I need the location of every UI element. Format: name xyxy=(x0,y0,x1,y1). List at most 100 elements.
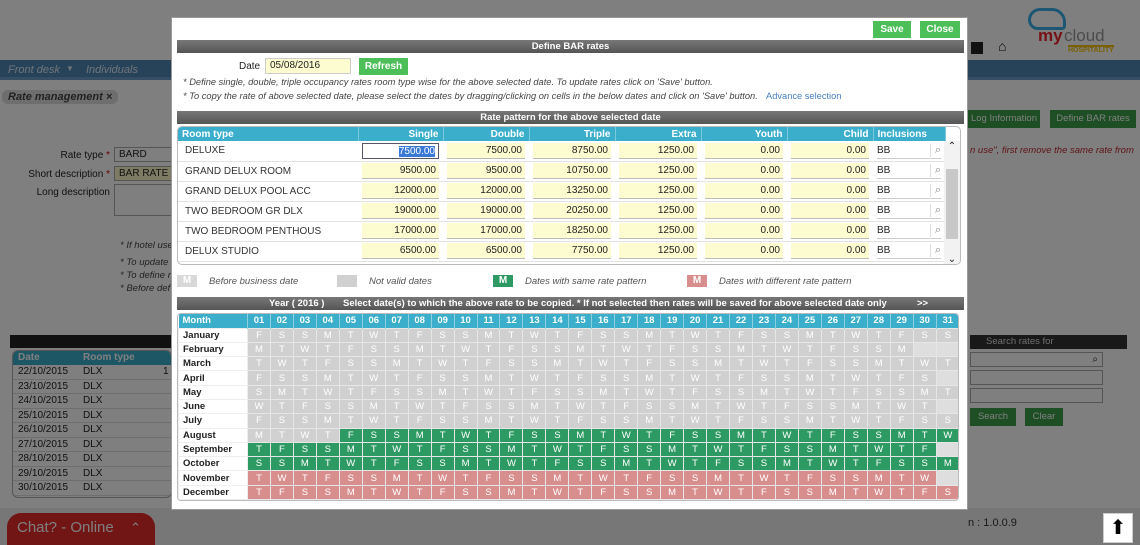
date-cell[interactable]: S xyxy=(384,384,409,400)
date-cell[interactable]: T xyxy=(292,470,317,486)
date-cell[interactable]: T xyxy=(522,484,547,501)
date-cell[interactable]: F xyxy=(430,441,455,458)
date-cell[interactable]: M xyxy=(476,327,501,343)
date-cell[interactable]: S xyxy=(591,413,616,429)
date-cell[interactable]: M xyxy=(889,427,914,443)
date-cell[interactable]: W xyxy=(545,441,570,458)
date-cell[interactable]: F xyxy=(820,341,845,358)
date-cell[interactable]: F xyxy=(889,327,914,343)
date-cell[interactable]: S xyxy=(774,370,799,386)
date-cell[interactable]: S xyxy=(476,441,501,458)
date-cell[interactable]: M xyxy=(499,484,524,501)
extra-rate-input[interactable]: 1250.00 xyxy=(619,163,697,179)
date-cell[interactable]: M xyxy=(637,327,662,343)
date-cell[interactable]: T xyxy=(568,484,593,501)
date-cell[interactable]: S xyxy=(866,427,891,443)
date-cell[interactable]: T xyxy=(430,341,455,358)
date-cell[interactable]: M xyxy=(361,398,386,415)
inclusions-input[interactable]: BB ⌕ xyxy=(877,183,941,199)
date-cell[interactable]: F xyxy=(476,356,501,372)
youth-rate-input[interactable]: 0.00 xyxy=(705,163,783,179)
date-cell[interactable]: M xyxy=(843,398,868,415)
date-cell[interactable]: F xyxy=(729,327,753,343)
date-cell[interactable]: M xyxy=(591,384,616,400)
date-cell[interactable]: S xyxy=(545,341,570,358)
date-cell[interactable]: S xyxy=(729,456,753,472)
date-cell[interactable]: M xyxy=(292,456,317,472)
triple-rate-input[interactable]: 18250.00 xyxy=(533,223,611,239)
date-cell[interactable]: T xyxy=(247,356,271,372)
date-cell[interactable]: T xyxy=(545,413,570,429)
date-cell[interactable]: S xyxy=(591,370,616,386)
extra-rate-input[interactable]: 1250.00 xyxy=(619,223,697,239)
date-cell[interactable]: M xyxy=(545,470,570,486)
triple-rate-input[interactable]: 20250.00 xyxy=(533,203,611,219)
date-cell[interactable]: T xyxy=(269,398,294,415)
save-button[interactable]: Save xyxy=(873,21,911,38)
date-cell[interactable]: T xyxy=(866,398,891,415)
date-cell[interactable]: S xyxy=(797,398,822,415)
date-cell[interactable]: S xyxy=(430,370,455,386)
date-cell[interactable]: S xyxy=(384,341,409,358)
date-cell[interactable]: S xyxy=(522,341,547,358)
date-cell[interactable]: S xyxy=(453,327,478,343)
date-cell[interactable]: T xyxy=(361,441,386,458)
date-cell[interactable]: T xyxy=(407,441,432,458)
date-cell[interactable]: W xyxy=(935,427,958,443)
date-cell[interactable]: M xyxy=(499,441,524,458)
date-cell[interactable]: W xyxy=(384,441,409,458)
date-cell[interactable]: W xyxy=(568,398,593,415)
date-cell[interactable]: W xyxy=(453,341,478,358)
date-cell[interactable]: T xyxy=(338,413,363,429)
date-cell[interactable]: W xyxy=(522,370,547,386)
date-cell[interactable]: T xyxy=(866,413,891,429)
date-cell[interactable]: M xyxy=(568,427,593,443)
date-cell[interactable]: F xyxy=(706,456,731,472)
date-cell[interactable]: T xyxy=(453,384,478,400)
date-cell[interactable]: F xyxy=(751,484,776,501)
date-cell[interactable]: F xyxy=(637,470,662,486)
date-cell[interactable]: F xyxy=(269,441,294,458)
date-cell[interactable]: T xyxy=(820,327,845,343)
double-rate-input[interactable]: 12000.00 xyxy=(447,183,525,199)
date-cell[interactable]: M xyxy=(729,341,753,358)
date-cell[interactable]: F xyxy=(614,398,639,415)
date-cell[interactable]: M xyxy=(407,341,432,358)
extra-rate-input[interactable]: 1250.00 xyxy=(619,183,697,199)
date-cell[interactable]: S xyxy=(292,413,317,429)
date-cell[interactable]: T xyxy=(453,470,478,486)
upload-icon[interactable]: ⬆ xyxy=(1103,513,1133,543)
date-cell[interactable]: W xyxy=(843,370,868,386)
date-cell[interactable]: S xyxy=(453,484,478,501)
date-cell[interactable]: T xyxy=(476,341,501,358)
date-cell[interactable]: F xyxy=(407,413,432,429)
date-cell[interactable]: F xyxy=(729,370,753,386)
date-cell[interactable]: S xyxy=(889,456,914,472)
date-cell[interactable]: T xyxy=(292,384,317,400)
date-cell[interactable]: M xyxy=(384,470,409,486)
date-cell[interactable]: M xyxy=(820,484,845,501)
date-cell[interactable]: S xyxy=(269,413,294,429)
date-cell[interactable]: W xyxy=(315,384,340,400)
date-cell[interactable]: F xyxy=(545,456,570,472)
date-cell[interactable]: S xyxy=(591,456,616,472)
date-cell[interactable]: S xyxy=(866,341,891,358)
date-cell[interactable]: T xyxy=(568,470,593,486)
chevron-up-icon[interactable]: ⌃ xyxy=(944,141,960,152)
date-cell[interactable]: T xyxy=(545,398,570,415)
date-cell[interactable]: M xyxy=(660,484,685,501)
date-cell[interactable]: T xyxy=(614,384,639,400)
date-cell[interactable]: T xyxy=(545,327,570,343)
date-cell[interactable]: T xyxy=(843,484,868,501)
date-cell[interactable]: S xyxy=(637,484,662,501)
youth-rate-input[interactable]: 0.00 xyxy=(705,183,783,199)
double-rate-input[interactable]: 19000.00 xyxy=(447,203,525,219)
date-cell[interactable]: T xyxy=(843,456,868,472)
date-cell[interactable]: F xyxy=(292,398,317,415)
youth-rate-input[interactable]: 0.00 xyxy=(705,142,783,159)
date-cell[interactable]: S xyxy=(430,413,455,429)
date-cell[interactable]: S xyxy=(751,456,776,472)
date-cell[interactable]: S xyxy=(660,470,685,486)
date-cell[interactable]: M xyxy=(476,370,501,386)
date-cell[interactable]: M xyxy=(637,413,662,429)
